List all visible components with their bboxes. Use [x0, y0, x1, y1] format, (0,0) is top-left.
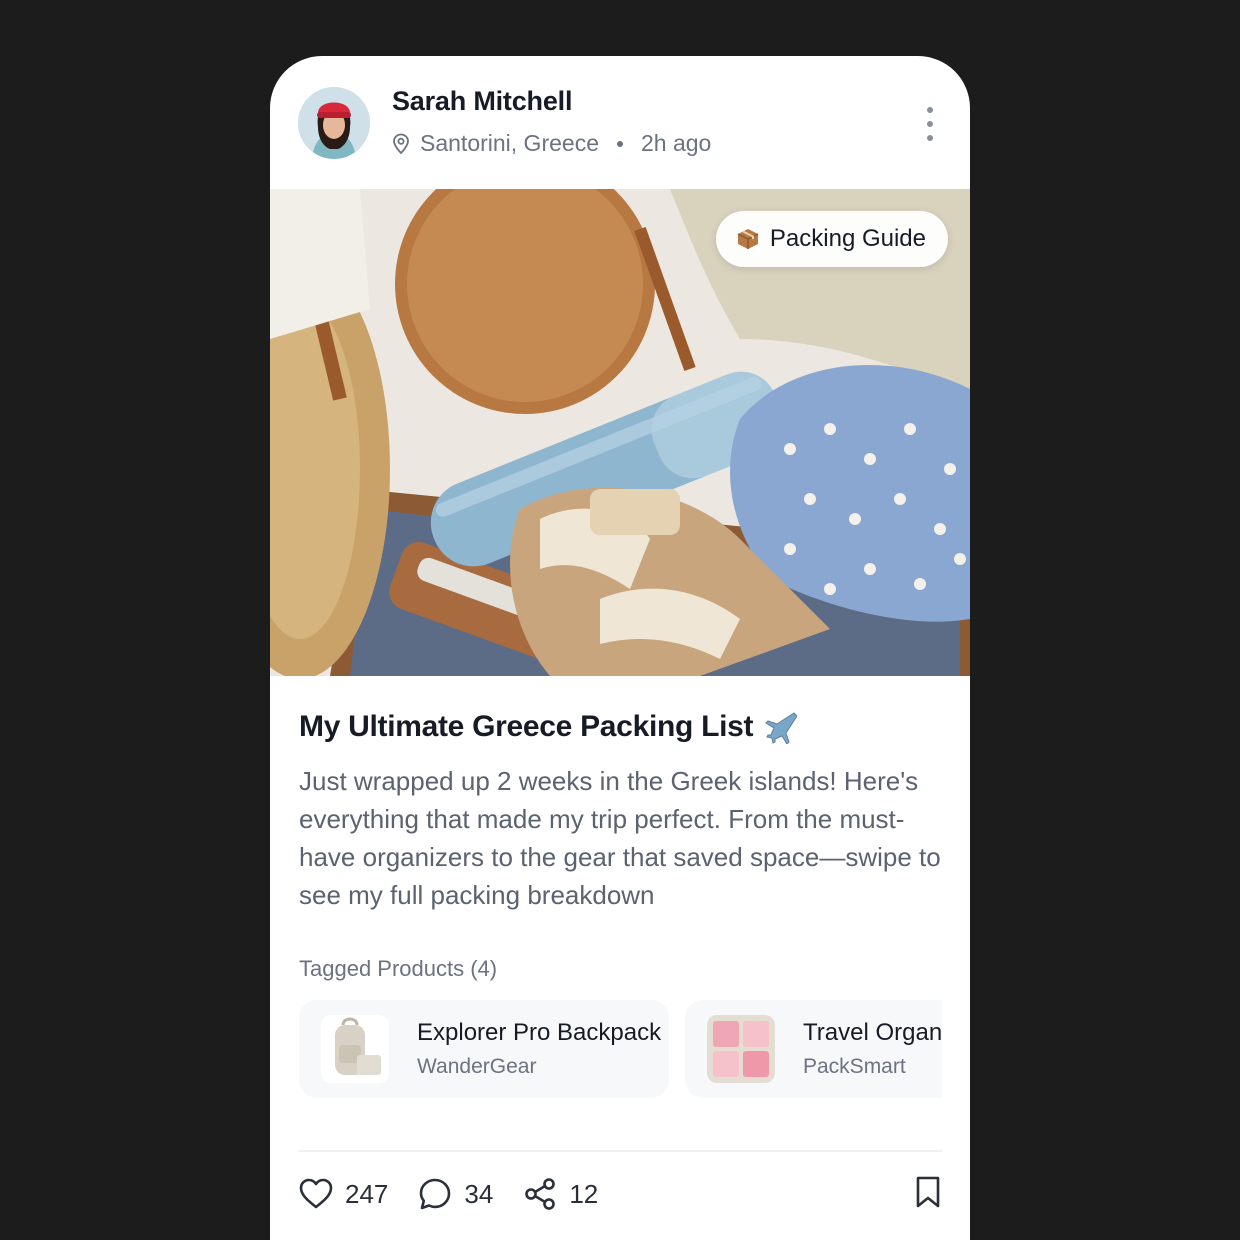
- post-time: 2h ago: [640, 130, 712, 156]
- tagged-products-carousel[interactable]: Explorer Pro Backpack WanderGear Travel …: [299, 1000, 942, 1100]
- product-brand: PackSmart: [803, 1055, 906, 1078]
- post-title: My Ultimate Greece Packing List: [299, 710, 798, 744]
- bookmark-button[interactable]: [914, 1175, 942, 1214]
- comment-icon: [420, 1178, 451, 1210]
- product-card[interactable]: Travel Organiz PackSmart: [685, 1000, 942, 1098]
- more-options-button[interactable]: [920, 104, 940, 144]
- author-name[interactable]: Sarah Mitchell: [392, 86, 572, 117]
- bookmark-icon: [916, 1176, 940, 1207]
- share-count: 12: [569, 1178, 599, 1209]
- comment-button[interactable]: 34: [418, 1177, 493, 1211]
- location-text[interactable]: Santorini, Greece: [420, 130, 599, 157]
- product-name: Explorer Pro Backpack: [417, 1019, 662, 1046]
- location-pin-icon: [393, 133, 409, 154]
- action-bar: 247 34 12: [299, 1172, 942, 1216]
- post-body: Just wrapped up 2 weeks in the Greek isl…: [299, 766, 941, 910]
- tagged-products-label: Tagged Products (4): [299, 956, 498, 981]
- product-thumbnail: [707, 1015, 775, 1083]
- post-meta: Santorini, Greece 2h ago: [392, 130, 711, 157]
- comment-count: 34: [464, 1178, 494, 1209]
- share-button[interactable]: 12: [523, 1177, 598, 1211]
- package-icon: [737, 229, 759, 249]
- product-brand: WanderGear: [417, 1055, 537, 1078]
- divider: [299, 1150, 942, 1152]
- product-card[interactable]: Explorer Pro Backpack WanderGear: [299, 1000, 669, 1098]
- like-count: 247: [345, 1178, 389, 1209]
- product-thumbnail: [321, 1015, 389, 1083]
- post-image[interactable]: Packing Guide: [270, 189, 970, 676]
- post-title-text: My Ultimate Greece Packing List: [299, 710, 754, 743]
- airplane-icon: [765, 712, 798, 744]
- product-name: Travel Organiz: [803, 1019, 942, 1046]
- category-badge[interactable]: Packing Guide: [715, 211, 948, 267]
- badge-label: Packing Guide: [769, 225, 926, 252]
- separator-dot: [616, 140, 623, 147]
- heart-icon: [299, 1178, 333, 1209]
- like-button[interactable]: 247: [299, 1178, 388, 1210]
- more-vertical-icon: [927, 107, 933, 141]
- share-icon: [525, 1178, 556, 1210]
- avatar[interactable]: [298, 87, 370, 159]
- post-card: Sarah Mitchell Santorini, Greece 2h ago: [270, 56, 970, 1240]
